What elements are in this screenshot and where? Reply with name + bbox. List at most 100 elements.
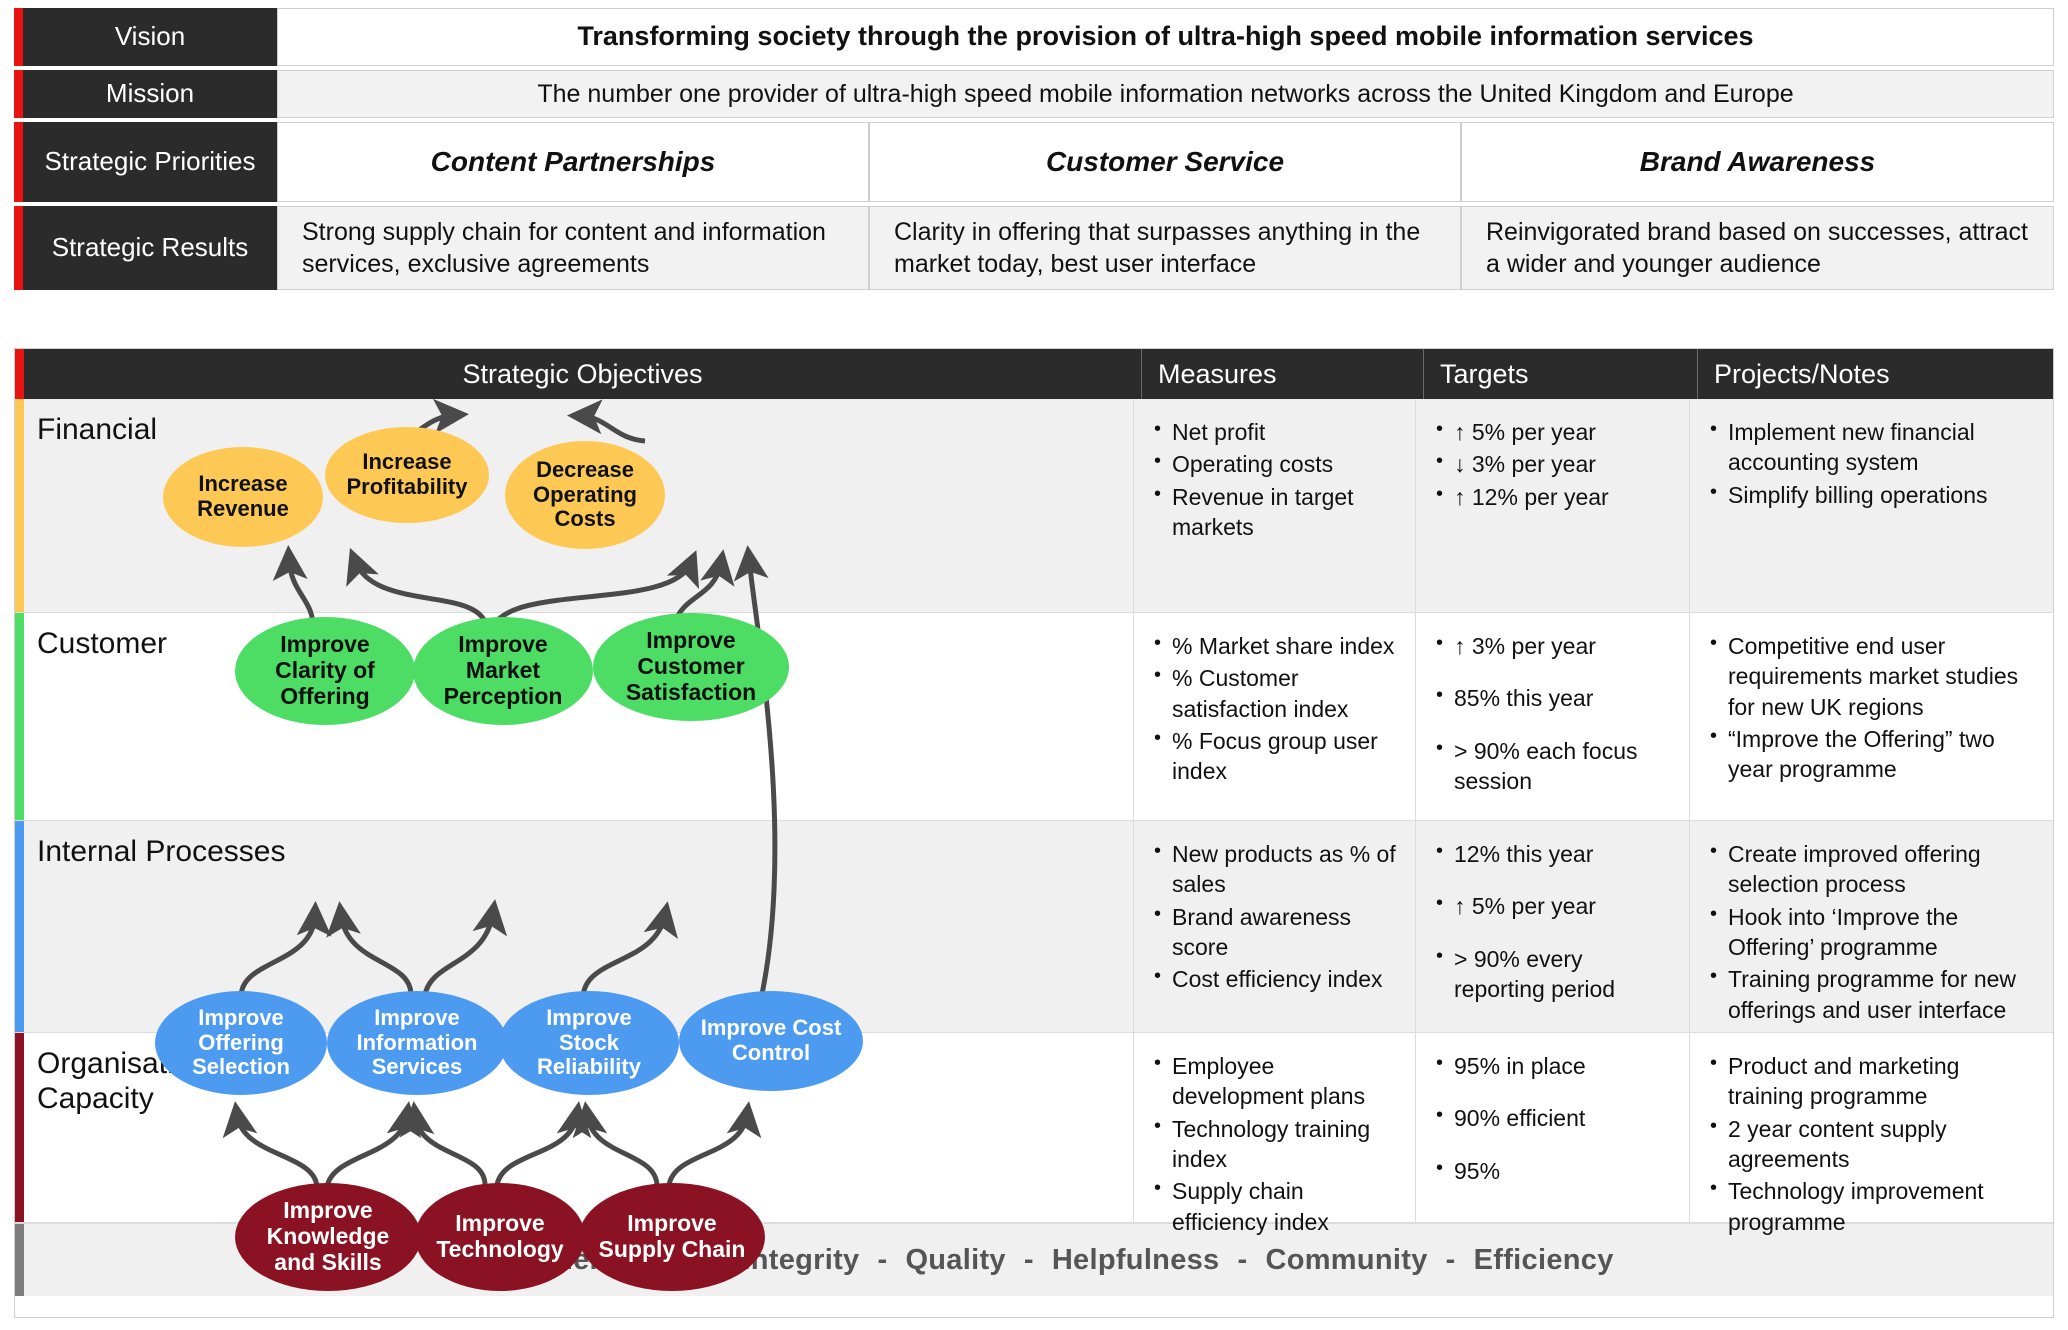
list-item: 12% this year (1434, 838, 1673, 869)
list-item: Competitive end user requirements market… (1708, 630, 2037, 722)
result-cell-1: Strong supply chain for content and info… (277, 206, 869, 290)
measures-list: % Market share index % Customer satisfac… (1152, 630, 1399, 787)
strategy-map-nodes: Increase Revenue Increase Profitability … (15, 399, 1133, 1291)
targets-cell-internal-processes: 12% this year ↑ 5% per year > 90% every … (1415, 821, 1689, 1032)
notes-list: Implement new financial accounting syste… (1708, 416, 2037, 510)
objective-node-improve-supply-chain[interactable]: Improve Supply Chain (579, 1183, 765, 1291)
list-item: Technology improvement programme (1708, 1175, 2037, 1237)
value-separator: - (1445, 1243, 1456, 1276)
objective-node-increase-profitability[interactable]: Increase Profitability (325, 427, 489, 523)
measures-cell-customer: % Market share index % Customer satisfac… (1133, 613, 1415, 820)
priority-text-3: Brand Awareness (1639, 145, 1876, 177)
strategic-priorities-label-text: Strategic Priorities (44, 146, 256, 177)
objective-node-decrease-operating-costs[interactable]: Decrease Operating Costs (505, 441, 665, 549)
objective-node-improve-knowledge-and-skills[interactable]: Improve Knowledge and Skills (235, 1183, 421, 1291)
notes-cell-customer: Competitive end user requirements market… (1689, 613, 2053, 820)
perspective-accent-internal-processes (15, 821, 24, 1032)
targets-list: ↑ 5% per year ↓ 3% per year ↑ 12% per ye… (1434, 416, 1673, 512)
list-item: > 90% every reporting period (1434, 943, 1673, 1005)
list-item: ↑ 12% per year (1434, 481, 1673, 512)
value-item: Community (1265, 1243, 1428, 1276)
table-header-row: Strategic Objectives Measures Targets Pr… (15, 349, 2053, 399)
strategy-map-page: Vision Transforming society through the … (0, 0, 2068, 1330)
objective-node-improve-offering-selection[interactable]: Improve Offering Selection (155, 991, 327, 1095)
notes-list: Create improved offering selection proce… (1708, 838, 2037, 1025)
objective-node-improve-information-services[interactable]: Improve Information Services (327, 991, 507, 1095)
list-item: Operating costs (1152, 448, 1399, 479)
objective-node-improve-market-perception[interactable]: Improve Market Perception (413, 617, 593, 725)
vision-cell: Transforming society through the provisi… (277, 8, 2054, 66)
priority-text-1: Content Partnerships (430, 145, 716, 177)
row-accent-bar (14, 206, 23, 290)
strategy-header-block: Vision Transforming society through the … (14, 8, 2054, 328)
objective-node-improve-stock-reliability[interactable]: Improve Stock Reliability (499, 991, 679, 1095)
perspective-accent-organisational-capacity (15, 1033, 24, 1222)
list-item: Technology training index (1152, 1113, 1399, 1175)
measures-list: New products as % of sales Brand awarene… (1152, 838, 1399, 995)
priority-text-2: Customer Service (1045, 145, 1285, 177)
list-item: Create improved offering selection proce… (1708, 838, 2037, 900)
targets-list: 95% in place 90% efficient 95% (1434, 1050, 1673, 1186)
objective-label: Improve Offering Selection (192, 1005, 290, 1080)
list-item: ↓ 3% per year (1434, 448, 1673, 479)
targets-list: 12% this year ↑ 5% per year > 90% every … (1434, 838, 1673, 1005)
list-item: ↑ 5% per year (1434, 416, 1673, 447)
result-cell-3: Reinvigorated brand based on successes, … (1461, 206, 2054, 290)
vision-row: Vision Transforming society through the … (14, 8, 2054, 66)
list-item: Training programme for new offerings and… (1708, 963, 2037, 1025)
objective-label: Improve Information Services (356, 1005, 478, 1080)
perspective-accent-customer (15, 613, 24, 820)
measures-list: Net profit Operating costs Revenue in ta… (1152, 416, 1399, 543)
list-item: Net profit (1152, 416, 1399, 447)
header-accent-bar (15, 349, 24, 399)
strategic-priorities-row: Strategic Priorities Content Partnership… (14, 122, 2054, 202)
column-header-strategic-objectives: Strategic Objectives (24, 349, 1142, 399)
list-item: Supply chain efficiency index (1152, 1175, 1399, 1237)
result-text-3: Reinvigorated brand based on successes, … (1486, 217, 2028, 279)
objective-label: Improve Supply Chain (598, 1210, 746, 1262)
list-item: Product and marketing training programme (1708, 1050, 2037, 1112)
notes-cell-internal-processes: Create improved offering selection proce… (1689, 821, 2053, 1032)
targets-cell-financial: ↑ 5% per year ↓ 3% per year ↑ 12% per ye… (1415, 399, 1689, 612)
strategic-results-row: Strategic Results Strong supply chain fo… (14, 206, 2054, 290)
list-item: % Focus group user index (1152, 725, 1399, 787)
list-item: Revenue in target markets (1152, 481, 1399, 543)
list-item: 95% (1434, 1155, 1673, 1186)
objective-label: Improve Knowledge and Skills (266, 1197, 390, 1275)
priority-cell-2: Customer Service (869, 122, 1461, 202)
notes-list: Product and marketing training programme… (1708, 1050, 2037, 1237)
vision-text: Transforming society through the provisi… (577, 21, 1754, 52)
list-item: Employee development plans (1152, 1050, 1399, 1112)
objective-label: Decrease Operating Costs (533, 457, 637, 532)
objective-node-improve-customer-satisfaction[interactable]: Improve Customer Satisfaction (593, 613, 789, 721)
objective-label: Improve Cost Control (700, 1015, 842, 1065)
objective-node-increase-revenue[interactable]: Increase Revenue (163, 447, 323, 547)
column-header-projects-notes: Projects/Notes (1714, 358, 1890, 389)
measures-cell-organisational-capacity: Employee development plans Technology tr… (1133, 1033, 1415, 1235)
list-item: % Customer satisfaction index (1152, 662, 1399, 724)
column-header-targets: Targets (1424, 349, 1698, 399)
targets-list: ↑ 3% per year 85% this year > 90% each f… (1434, 630, 1673, 797)
list-item: Brand awareness score (1152, 901, 1399, 963)
perspective-accent-financial (15, 399, 24, 612)
objective-label: Improve Technology (436, 1210, 564, 1262)
list-item: ↑ 5% per year (1434, 890, 1673, 921)
objective-label: Improve Market Perception (443, 631, 563, 709)
objective-label: Improve Stock Reliability (537, 1005, 641, 1080)
objective-node-improve-technology[interactable]: Improve Technology (415, 1183, 585, 1291)
list-item: “Improve the Offering” two year programm… (1708, 723, 2037, 785)
strategic-results-label-text: Strategic Results (51, 232, 249, 263)
measures-list: Employee development plans Technology tr… (1152, 1050, 1399, 1237)
objective-node-improve-clarity-of-offering[interactable]: Improve Clarity of Offering (235, 617, 415, 725)
balanced-scorecard-table: Strategic Objectives Measures Targets Pr… (14, 348, 2054, 1318)
list-item: > 90% each focus session (1434, 735, 1673, 797)
row-accent-bar (14, 70, 23, 118)
objective-node-improve-cost-control[interactable]: Improve Cost Control (679, 991, 863, 1091)
targets-cell-customer: ↑ 3% per year 85% this year > 90% each f… (1415, 613, 1689, 820)
notes-cell-organisational-capacity: Product and marketing training programme… (1689, 1033, 2053, 1235)
list-item: 2 year content supply agreements (1708, 1113, 2037, 1175)
mission-label: Mission (23, 70, 277, 118)
list-item: 95% in place (1434, 1050, 1673, 1081)
objective-label: Improve Clarity of Offering (275, 631, 375, 709)
list-item: % Market share index (1152, 630, 1399, 661)
